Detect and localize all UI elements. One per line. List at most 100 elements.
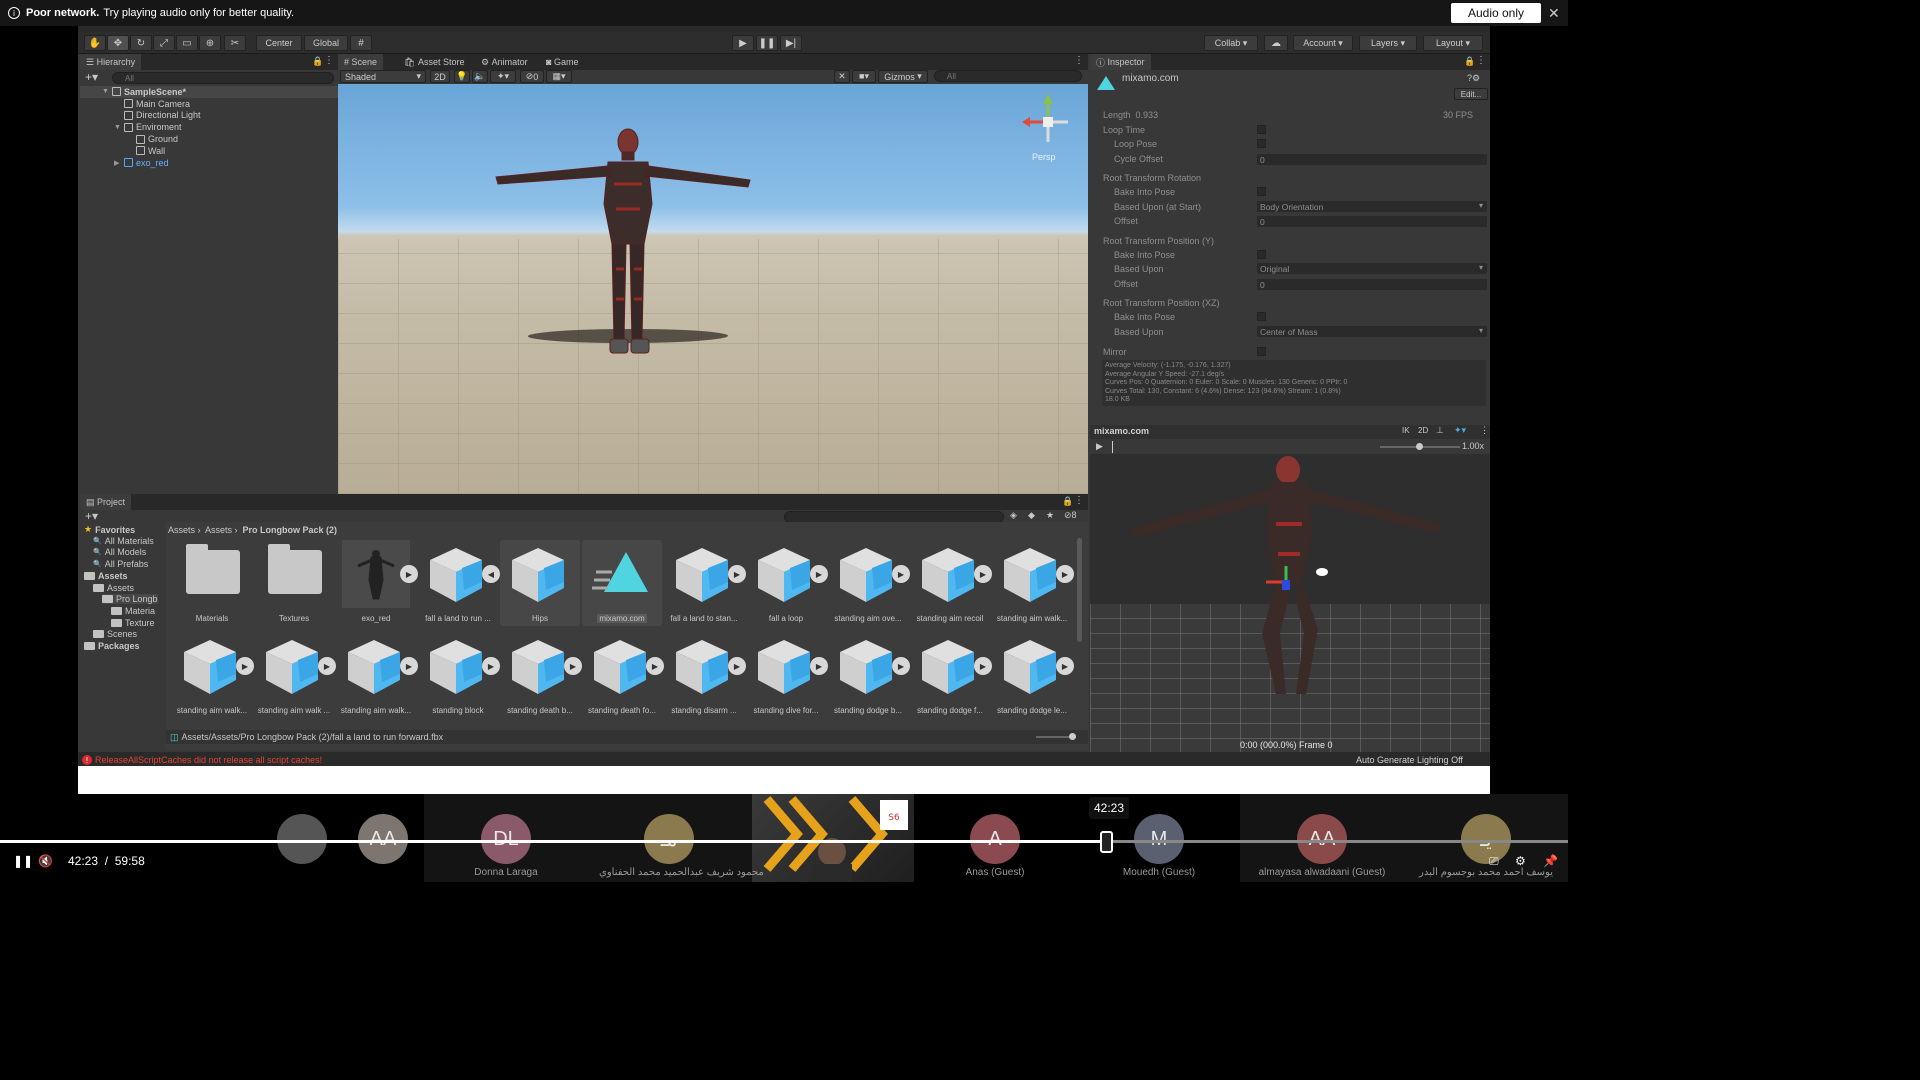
hierarchy-item[interactable]: ▼ SampleScene* (80, 86, 338, 98)
create-icon[interactable]: +▾ (85, 509, 98, 523)
expand-play-icon[interactable]: ▶ (974, 565, 992, 583)
pause-icon[interactable]: ❚❚ (756, 35, 778, 51)
play-icon[interactable]: ▶ (732, 35, 754, 51)
asset-item[interactable]: ▶ standing block (418, 632, 500, 718)
participant-avatar[interactable]: AA (358, 814, 408, 864)
expand-play-icon[interactable]: ▶ (728, 657, 746, 675)
expand-play-icon[interactable]: ▶ (810, 657, 828, 675)
cycle-offset-field[interactable]: 0 (1257, 154, 1487, 165)
asset-item[interactable]: ▶ standing aim walk... (336, 632, 418, 718)
participant-avatar[interactable]: يـ (1461, 814, 1511, 864)
bake-rotation-checkbox[interactable] (1257, 187, 1266, 196)
rect-tool-icon[interactable]: ▭ (176, 35, 198, 51)
hierarchy-item[interactable]: Main Camera (80, 98, 338, 110)
collab-dropdown[interactable]: Collab ▾ (1204, 35, 1258, 51)
expand-play-icon[interactable]: ▶ (564, 657, 582, 675)
project-tree-item[interactable]: ★ Favorites (84, 524, 135, 535)
shading-mode-dropdown[interactable]: Shaded ▾ (340, 70, 426, 83)
rotate-tool-icon[interactable]: ↻ (130, 35, 152, 51)
project-tree-item[interactable]: Packages (84, 641, 140, 651)
scale-tool-icon[interactable]: ⤢ (153, 35, 175, 51)
hierarchy-item[interactable]: ▼ Enviroment (80, 121, 338, 133)
kebab-menu-icon[interactable]: ⋮ (324, 55, 334, 66)
seek-handle[interactable] (1100, 831, 1113, 853)
scene-viewport[interactable]: Persp (338, 84, 1088, 494)
based-upon-start-dropdown[interactable]: Body Orientation (1257, 201, 1487, 212)
tab-game[interactable]: ◙ Game (540, 54, 584, 70)
snap-icon[interactable]: # (350, 35, 372, 51)
pin-icon[interactable]: 📌 (1543, 854, 1558, 868)
favorites-icon[interactable]: ★ (1046, 510, 1054, 521)
projection-label[interactable]: Persp (1032, 152, 1056, 162)
hierarchy-item[interactable]: Wall (80, 145, 338, 157)
tools-icon[interactable]: ✕ (834, 70, 850, 83)
captions-icon[interactable]: ⎚ (1489, 854, 1499, 869)
icon-size-slider-knob[interactable] (1069, 733, 1076, 740)
edit-button[interactable]: Edit... (1454, 88, 1488, 100)
step-icon[interactable]: ▶| (780, 35, 802, 51)
asset-item[interactable]: ▶ standing dodge f... (910, 632, 992, 718)
tab-asset-store[interactable]: 🛍 Asset Store (398, 54, 470, 70)
collapse-icon[interactable]: ◀ (482, 565, 500, 583)
breadcrumb-item[interactable]: Pro Longbow Pack (2) (243, 525, 338, 535)
asset-item[interactable]: ▶ exo_red (336, 540, 418, 626)
settings-gear-icon[interactable]: ⚙ (1515, 854, 1526, 868)
participant-avatar[interactable]: M (1134, 814, 1184, 864)
bake-xz-checkbox[interactable] (1257, 312, 1266, 321)
avatar-icon[interactable]: ✦▾ (1454, 425, 1466, 436)
tab-hierarchy[interactable]: ☰ Hierarchy (80, 54, 142, 70)
2d-toggle[interactable]: 2D (430, 70, 450, 83)
hidden-objects-icon[interactable]: ⊘ 0 (520, 70, 544, 83)
lock-icon[interactable]: 🔒 (1464, 56, 1475, 67)
asset-item[interactable]: ▶ standing death fo... (582, 632, 664, 718)
orientation-gizmo-icon[interactable] (1018, 92, 1078, 152)
project-tree-item[interactable]: 🔍 All Materials (93, 536, 154, 546)
project-tree-item[interactable]: Pro Longb (102, 594, 158, 605)
lock-icon[interactable]: 🔒 (1062, 496, 1073, 507)
asset-item[interactable]: ▶ standing aim walk... (992, 540, 1074, 626)
pivot-icon[interactable]: ⊥ (1436, 425, 1444, 436)
scene-search-input[interactable]: All (934, 70, 1082, 82)
pivot-global-button[interactable]: Global (304, 35, 348, 51)
based-upon-xz-dropdown[interactable]: Center of Mass (1257, 326, 1487, 337)
offset-rotation-field[interactable]: 0 (1257, 216, 1487, 227)
project-tree-item[interactable]: Materia (111, 606, 155, 616)
project-tree-item[interactable]: 🔍 All Models (93, 547, 146, 557)
project-tree-item[interactable]: Texture (111, 618, 155, 628)
pause-icon[interactable]: ❚❚ (13, 854, 33, 868)
loop-pose-checkbox[interactable] (1257, 139, 1266, 148)
kebab-menu-icon[interactable]: ⋮ (1074, 55, 1084, 66)
expand-play-icon[interactable]: ▶ (892, 657, 910, 675)
hierarchy-item[interactable]: Ground (80, 133, 338, 145)
expand-play-icon[interactable]: ▶ (400, 565, 418, 583)
asset-item[interactable]: ▶ fall a loop (746, 540, 828, 626)
close-icon[interactable]: ✕ (1548, 5, 1560, 22)
participant-avatar[interactable] (277, 814, 327, 864)
expand-play-icon[interactable]: ▶ (892, 565, 910, 583)
expand-play-icon[interactable]: ▶ (646, 657, 664, 675)
speaker-video-tile[interactable]: S6 (752, 794, 914, 884)
loop-time-checkbox[interactable] (1257, 125, 1266, 134)
tab-scene[interactable]: # Scene (338, 54, 384, 70)
expand-play-icon[interactable]: ▶ (400, 657, 418, 675)
based-upon-y-dropdown[interactable]: Original (1257, 263, 1487, 274)
tab-animator[interactable]: ⚙ Animator (475, 54, 534, 70)
assets-scrollbar[interactable] (1077, 538, 1082, 642)
help-icon[interactable]: ?⚙ (1467, 73, 1480, 84)
preview-2d-toggle[interactable]: 2D (1418, 426, 1428, 435)
asset-item[interactable]: ▶ standing disarm ... (664, 632, 746, 718)
pivot-center-button[interactable]: Center (256, 35, 302, 51)
tab-project[interactable]: ▤ Project (80, 494, 132, 510)
hierarchy-search-input[interactable]: All (112, 72, 334, 84)
participant-avatar[interactable]: DL (481, 814, 531, 864)
breadcrumb-item[interactable]: Assets (205, 525, 232, 535)
asset-item[interactable]: Materials (172, 540, 252, 626)
hierarchy-item[interactable]: Directional Light (80, 110, 338, 122)
layout-dropdown[interactable]: Layout ▾ (1423, 35, 1483, 51)
hierarchy-item[interactable]: ▶ exo_red (80, 157, 338, 169)
asset-item[interactable]: ▶ standing aim walk ... (254, 632, 336, 718)
layers-dropdown[interactable]: Layers ▾ (1359, 35, 1417, 51)
hidden-packages-icon[interactable]: ⊘8 (1064, 510, 1077, 521)
participant-avatar[interactable]: مـ (644, 814, 694, 864)
expand-play-icon[interactable]: ▶ (974, 657, 992, 675)
